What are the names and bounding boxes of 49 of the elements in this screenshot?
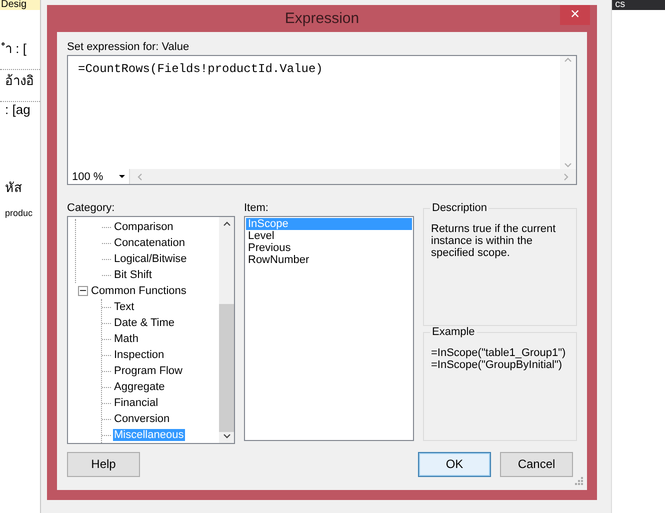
caret-icon xyxy=(119,175,125,178)
expression-editor[interactable]: =CountRows(Fields!productId.Value) 100 % xyxy=(67,55,577,185)
tree-item[interactable]: Concatenation xyxy=(113,237,186,249)
tree-item[interactable]: Comparison xyxy=(113,221,174,233)
item-label: Item: xyxy=(244,202,270,214)
tree-item[interactable]: Conversion xyxy=(113,413,171,425)
list-item[interactable]: Previous xyxy=(246,242,412,254)
tree-item[interactable]: Math xyxy=(113,333,140,345)
tree-item[interactable]: Bit Shift xyxy=(113,269,153,281)
designer-text: หัส xyxy=(4,179,23,197)
collapse-icon[interactable] xyxy=(78,286,88,296)
tree-item[interactable]: Financial xyxy=(113,397,160,409)
designer-text: produc xyxy=(4,208,34,218)
list-item[interactable]: RowNumber xyxy=(246,254,412,266)
close-button[interactable]: × xyxy=(560,5,590,25)
tree-item[interactable]: Date & Time xyxy=(113,317,176,329)
scroll-left-icon[interactable] xyxy=(136,172,144,180)
expression-text: =CountRows(Fields!productId.Value) xyxy=(77,61,324,78)
prompt-label: Set expression for: Value xyxy=(67,41,190,53)
scroll-up-icon[interactable] xyxy=(222,220,230,228)
tree-item[interactable]: Common Functions xyxy=(90,285,188,297)
dialog-button[interactable]: Help xyxy=(67,452,140,476)
tree-item[interactable]: Logical/Bitwise xyxy=(113,253,188,265)
designer-text: : [ag xyxy=(4,102,32,117)
dialog-button[interactable]: Cancel xyxy=(500,452,573,476)
example-text: =InScope("table1_Group1") xyxy=(431,347,567,359)
tree-item[interactable]: Program Flow xyxy=(113,365,184,377)
list-item[interactable]: Level xyxy=(246,230,412,242)
description-text: Returns true if the current instance is within the specified scope. xyxy=(431,223,557,259)
document-tab[interactable]: cs xyxy=(612,0,665,10)
tree-item[interactable]: Aggregate xyxy=(113,381,166,393)
item-list[interactable]: InScope Level Previous RowNumber xyxy=(244,216,414,441)
scrollbar-thumb[interactable] xyxy=(219,304,234,432)
window-title: Expression xyxy=(284,10,360,27)
category-label: Category: xyxy=(67,202,116,214)
group-title: Example xyxy=(430,326,477,338)
category-tree[interactable]: Comparison Concatenation Logical/Bitwise Bit Shift Common Functions Text Date & Time Math Inspection Program Flow Aggregate Financial Conversion Miscellaneous xyxy=(67,216,235,444)
dialog-button[interactable]: OK xyxy=(418,452,491,476)
tree-item[interactable]: Inspection xyxy=(113,349,166,361)
tree-item[interactable]: Text xyxy=(113,301,136,313)
scroll-down-icon[interactable] xyxy=(222,432,230,440)
example-text: =InScope("GroupByInitial") xyxy=(431,359,564,371)
scroll-right-icon[interactable] xyxy=(562,172,570,180)
designer-text: ำ : [ xyxy=(0,38,40,59)
resize-grip-icon[interactable] xyxy=(575,477,583,485)
designer-text: อ้างอิ xyxy=(4,72,35,90)
zoom-dropdown[interactable]: 100 % xyxy=(68,169,130,184)
designer-tab[interactable]: Desig xyxy=(0,0,40,10)
group-title: Description xyxy=(430,202,490,214)
